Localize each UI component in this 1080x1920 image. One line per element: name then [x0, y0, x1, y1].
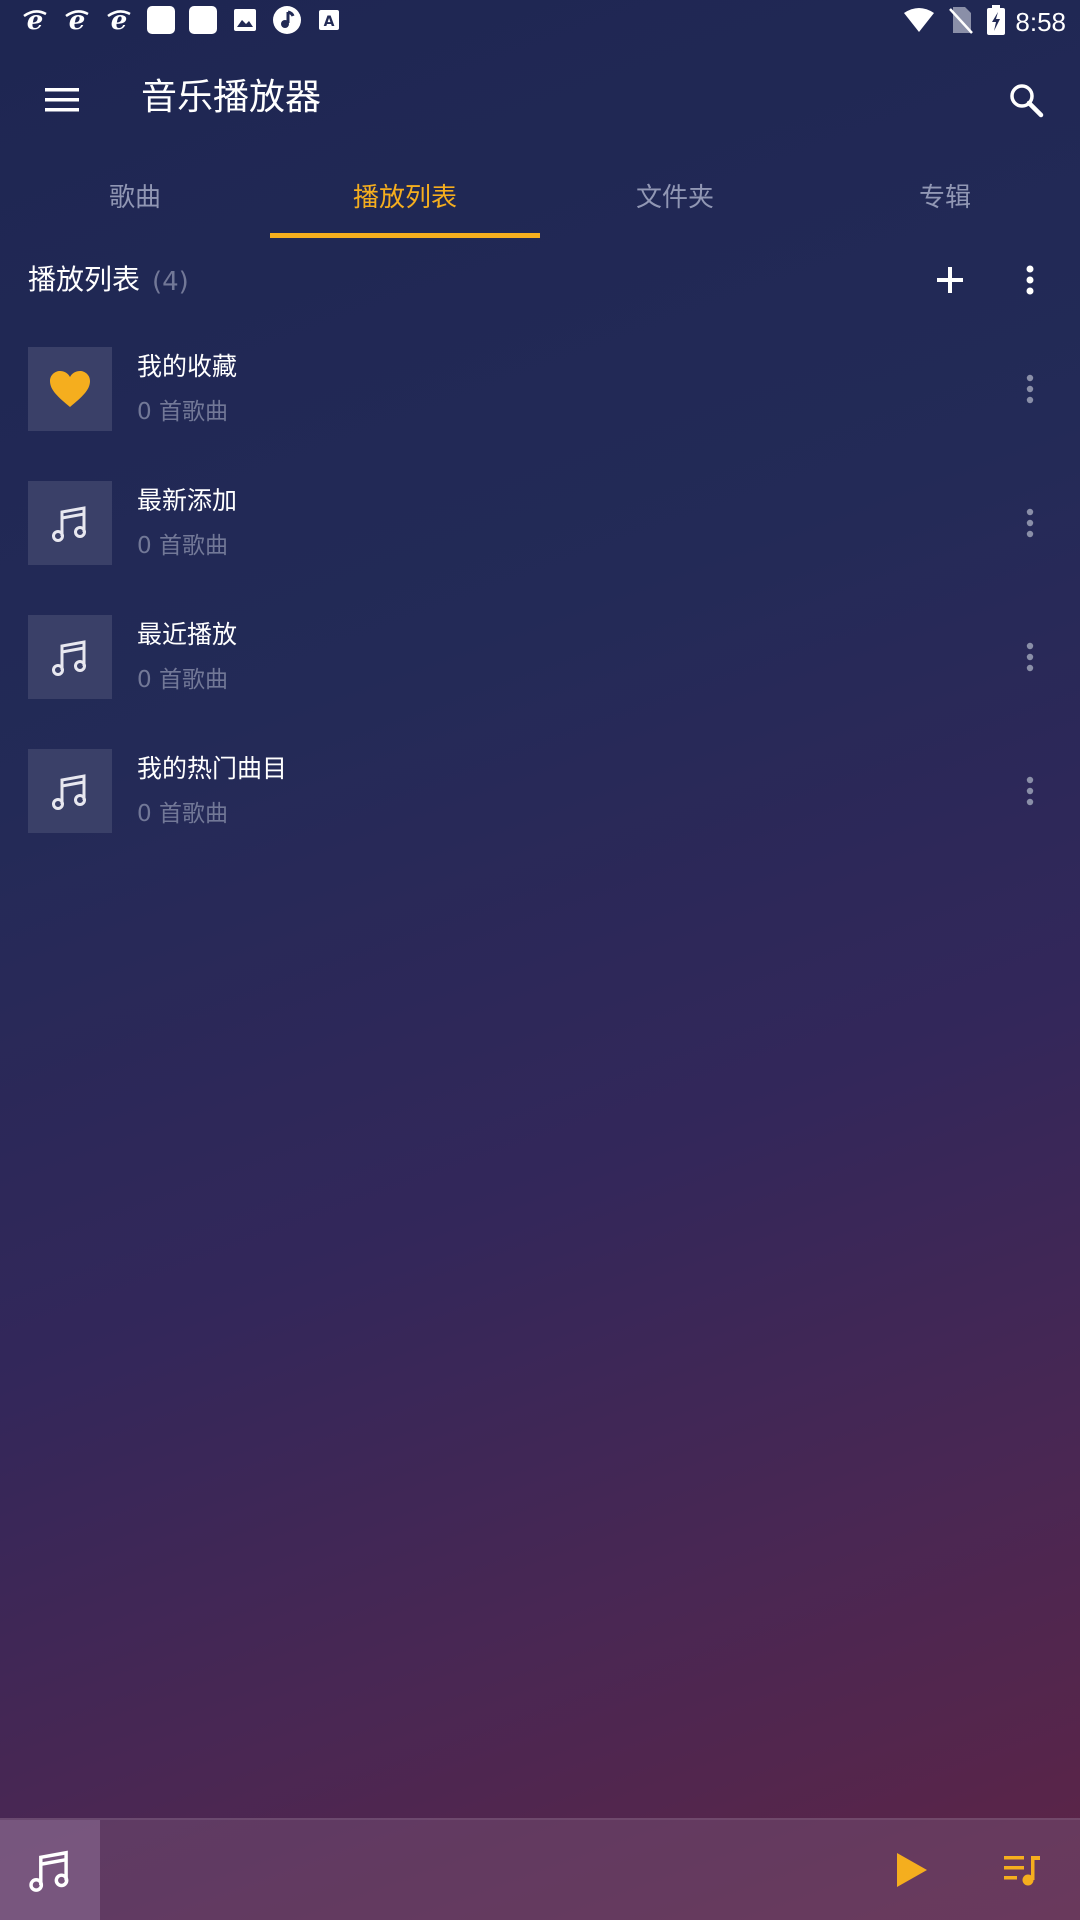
search-icon [1010, 84, 1044, 118]
playlist-song-count: 0 首歌曲 [137, 533, 228, 559]
queue-music-icon [1004, 1856, 1040, 1886]
now-playing-artwork[interactable] [0, 1820, 100, 1920]
tab-songs[interactable]: 歌曲 [0, 152, 270, 238]
plus-icon [937, 267, 963, 293]
app-title: 音乐播放器 [141, 77, 322, 118]
more-vertical-icon [1026, 265, 1034, 295]
status-time: 8:58 [1015, 6, 1066, 37]
playlist-title: 最近播放 [137, 620, 238, 649]
wifi-icon [903, 7, 935, 37]
playlist-song-count: 0 首歌曲 [137, 399, 228, 425]
search-button[interactable] [994, 68, 1058, 132]
playlist-thumbnail [28, 481, 112, 565]
tab-playlists[interactable]: 播放列表 [270, 152, 540, 238]
no-sim-icon [949, 5, 974, 39]
playlist-more-button[interactable] [1000, 627, 1060, 687]
music-note-icon [52, 506, 86, 542]
app-bar: 音乐播放器 [0, 44, 1080, 152]
section-more-button[interactable] [1000, 250, 1060, 310]
section-title: 播放列表 [28, 263, 141, 296]
playlist-item-recently-played[interactable]: 最近播放 0 首歌曲 [0, 602, 1080, 736]
playlist-thumbnail [28, 347, 112, 431]
playlist-list: 我的收藏 0 首歌曲 最新添加 0 首歌曲 最近播放 0 首歌曲 我的热门曲目 … [0, 334, 1080, 870]
playlist-title: 我的热门曲目 [137, 754, 288, 783]
status-bar: e e e A 8:58 [0, 0, 1080, 44]
music-note-icon [272, 5, 302, 35]
tab-folders[interactable]: 文件夹 [540, 152, 810, 238]
svg-text:e: e [27, 6, 44, 34]
text-a-icon: A [314, 5, 344, 35]
music-note-icon [52, 774, 86, 810]
playlist-song-count: 0 首歌曲 [137, 801, 228, 827]
music-note-icon [52, 640, 86, 676]
heart-icon [50, 371, 90, 407]
hamburger-icon [45, 88, 79, 112]
more-vertical-icon [1026, 776, 1034, 806]
battery-charging-icon [987, 5, 1006, 39]
svg-text:A: A [324, 14, 335, 30]
playlist-item-favorites[interactable]: 我的收藏 0 首歌曲 [0, 334, 1080, 468]
gallery-icon [230, 5, 260, 35]
tab-albums[interactable]: 专辑 [810, 152, 1080, 238]
ie-icon: e [104, 5, 134, 35]
playlist-count: (4) [152, 267, 189, 297]
svg-text:e: e [111, 6, 128, 34]
playlist-item-top-tracks[interactable]: 我的热门曲目 0 首歌曲 [0, 736, 1080, 870]
playlist-more-button[interactable] [1000, 761, 1060, 821]
playlist-more-button[interactable] [1000, 493, 1060, 553]
playlist-thumbnail [28, 615, 112, 699]
ie-icon: e [20, 5, 50, 35]
ie-icon: e [62, 5, 92, 35]
svg-text:e: e [69, 6, 86, 34]
system-icons: 8:58 [903, 4, 1066, 40]
more-vertical-icon [1026, 374, 1034, 404]
playlist-title: 我的收藏 [137, 352, 238, 381]
playlist-section-header: 播放列表 (4) [0, 250, 1080, 310]
notification-icons: e e e A [20, 5, 356, 35]
play-icon [897, 1853, 927, 1887]
add-playlist-button[interactable] [920, 250, 980, 310]
mini-player-bar[interactable] [0, 1818, 1080, 1920]
app-square-icon [146, 5, 176, 35]
music-note-icon [29, 1850, 69, 1892]
playlist-item-recently-added[interactable]: 最新添加 0 首歌曲 [0, 468, 1080, 602]
playlist-thumbnail [28, 749, 112, 833]
queue-button[interactable] [990, 1838, 1054, 1902]
more-vertical-icon [1026, 642, 1034, 672]
menu-button[interactable] [30, 68, 94, 132]
more-vertical-icon [1026, 508, 1034, 538]
playlist-song-count: 0 首歌曲 [137, 667, 228, 693]
tab-bar: 歌曲 播放列表 文件夹 专辑 [0, 152, 1080, 238]
playlist-title: 最新添加 [137, 486, 238, 515]
app-square-icon [188, 5, 218, 35]
play-button[interactable] [880, 1838, 944, 1902]
playlist-more-button[interactable] [1000, 359, 1060, 419]
